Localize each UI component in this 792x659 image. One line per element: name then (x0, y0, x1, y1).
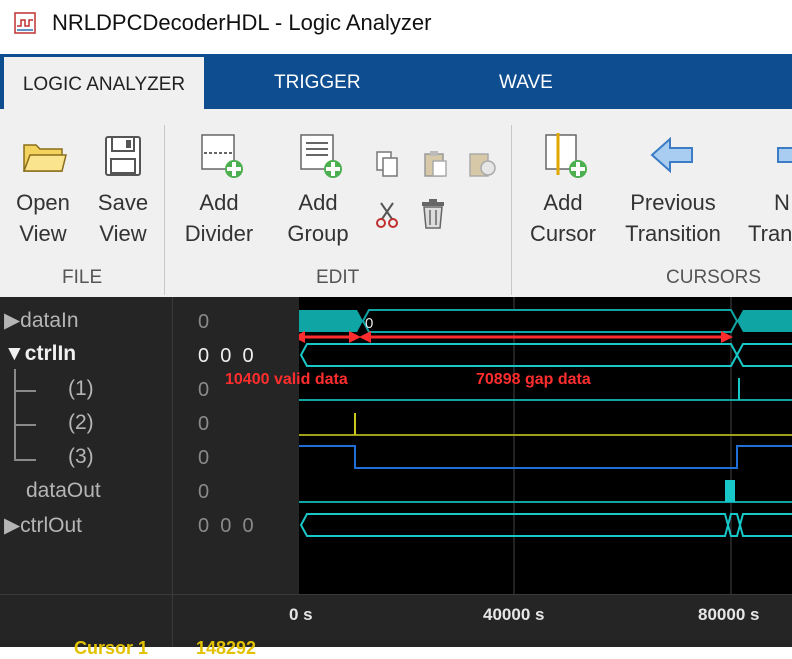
signal-values-column: 0 0 0 0 0 0 0 0 0 0 0 (172, 297, 300, 594)
next-transition-button[interactable]: N Tran (746, 131, 792, 249)
previous-transition-label-line2: Transition (625, 221, 721, 246)
datain-bus-segment (361, 309, 739, 333)
signal-row-ctrlin-1[interactable]: (1) (68, 377, 94, 401)
open-view-label-line2: View (19, 221, 67, 246)
tree-branch (14, 390, 36, 392)
tab-bar: LOGIC ANALYZER TRIGGER WAVE (0, 54, 792, 112)
add-divider-label-line2: Divider (184, 221, 254, 246)
gap-data-annotation: 70898 gap data (476, 371, 591, 388)
signal-row-dataout[interactable]: dataOut (26, 479, 101, 503)
add-cursor-icon (545, 133, 587, 178)
next-transition-label-line2: Tran (748, 221, 792, 246)
bus-value-label: 0 (365, 315, 373, 332)
add-divider-button[interactable]: Add Divider (178, 131, 260, 249)
expand-arrow-icon[interactable]: ▶ (4, 309, 20, 332)
signal-row-ctrlin[interactable]: ▼ctrlIn (4, 342, 76, 366)
cut-scissors-icon[interactable] (372, 199, 402, 229)
signal-row-ctrlin-3[interactable]: (3) (68, 445, 94, 469)
signal-value: 0 (198, 311, 210, 333)
copy-icon[interactable] (372, 149, 402, 179)
axis-tick-label: 80000 s (698, 605, 760, 624)
tab-wave[interactable]: WAVE (499, 54, 553, 109)
signal-name: dataIn (20, 309, 79, 332)
edit-section-label: EDIT (316, 267, 360, 288)
arrow-left-icon (650, 136, 693, 174)
logic-analyzer-app-icon (14, 12, 36, 34)
ctrlin-bus (299, 343, 792, 367)
add-cursor-label-line2: Cursor (529, 221, 596, 246)
file-section-label: FILE (62, 267, 103, 288)
ctrlin-3-wave (299, 445, 792, 469)
window-title: NRLDPCDecoderHDL - Logic Analyzer (52, 10, 432, 35)
signal-value: 0 (198, 413, 210, 435)
signal-name: ctrlIn (24, 342, 77, 365)
previous-transition-label-line1: Previous (630, 190, 716, 215)
previous-transition-button[interactable]: Previous Transition (620, 131, 726, 249)
datain-bus-segment (737, 310, 792, 332)
waveform-canvas: 0 (293, 297, 792, 594)
title-bar: NRLDPCDecoderHDL - Logic Analyzer (0, 0, 792, 48)
signal-value: 0 (198, 379, 210, 401)
cursors-section-label: CURSORS (666, 267, 762, 288)
tab-logic-analyzer[interactable]: LOGIC ANALYZER (4, 54, 204, 112)
add-group-label-line2: Group (287, 221, 349, 246)
tree-branch (14, 459, 36, 461)
signal-row-ctrlout[interactable]: ▶ctrlOut (4, 513, 82, 538)
tree-line (14, 369, 16, 461)
waveform-display: ▶dataIn ▼ctrlIn (1) (2) (3) dataOut ▶ctr… (0, 297, 792, 658)
add-group-icon (300, 134, 342, 178)
next-transition-label-line1: N (774, 190, 790, 215)
cursor-value: 148292 (196, 638, 257, 658)
expand-arrow-icon[interactable]: ▶ (4, 514, 20, 537)
paste-icon[interactable] (420, 149, 450, 179)
add-group-button[interactable]: Add Group (280, 131, 356, 249)
signal-row-ctrlin-2[interactable]: (2) (68, 411, 94, 435)
signal-names-column: ▶dataIn ▼ctrlIn (1) (2) (3) dataOut ▶ctr… (0, 297, 172, 594)
paste-special-icon[interactable] (466, 149, 498, 179)
tree-branch (14, 424, 36, 426)
section-separator (164, 125, 165, 295)
open-view-label-line1: Open (16, 190, 70, 215)
axis-tick-label: 40000 s (483, 605, 545, 624)
add-cursor-button[interactable]: Add Cursor (522, 131, 604, 249)
signal-value: 0 (198, 481, 210, 503)
save-disk-icon (105, 136, 141, 176)
signal-value: 0 0 0 (198, 345, 254, 367)
toolstrip: Open View Save View FILE Add Divider Add… (0, 109, 792, 298)
add-divider-label-line1: Add (199, 190, 239, 215)
dataout-burst (725, 480, 735, 502)
save-view-label-line1: Save (97, 190, 149, 215)
tab-trigger[interactable]: TRIGGER (274, 54, 361, 109)
cursor-name[interactable]: Cursor 1 (74, 638, 148, 659)
datain-bus-segment (299, 310, 363, 332)
section-separator (511, 125, 512, 295)
valid-data-arrow (293, 331, 361, 343)
open-view-button[interactable]: Open View (10, 131, 76, 249)
arrow-right-icon (777, 147, 792, 163)
add-cursor-label-line1: Add (543, 190, 583, 215)
add-group-label-line1: Add (298, 190, 338, 215)
add-divider-icon (201, 134, 243, 178)
valid-data-annotation: 10400 valid data (225, 371, 348, 388)
signal-name: ctrlOut (20, 514, 82, 537)
ctrlout-bus (299, 513, 792, 537)
folder-open-icon (22, 144, 67, 172)
axis-tick-label: 0 s (289, 605, 313, 624)
waveform-plot[interactable]: 0 (293, 297, 792, 594)
signal-value: 0 0 0 (198, 515, 254, 537)
collapse-arrow-icon[interactable]: ▼ (4, 342, 25, 365)
signal-value: 0 (198, 447, 210, 469)
save-view-button[interactable]: Save View (90, 131, 156, 249)
save-view-label-line2: View (99, 221, 147, 246)
delete-trash-icon[interactable] (418, 197, 448, 231)
signal-row-datain[interactable]: ▶dataIn (4, 308, 79, 333)
